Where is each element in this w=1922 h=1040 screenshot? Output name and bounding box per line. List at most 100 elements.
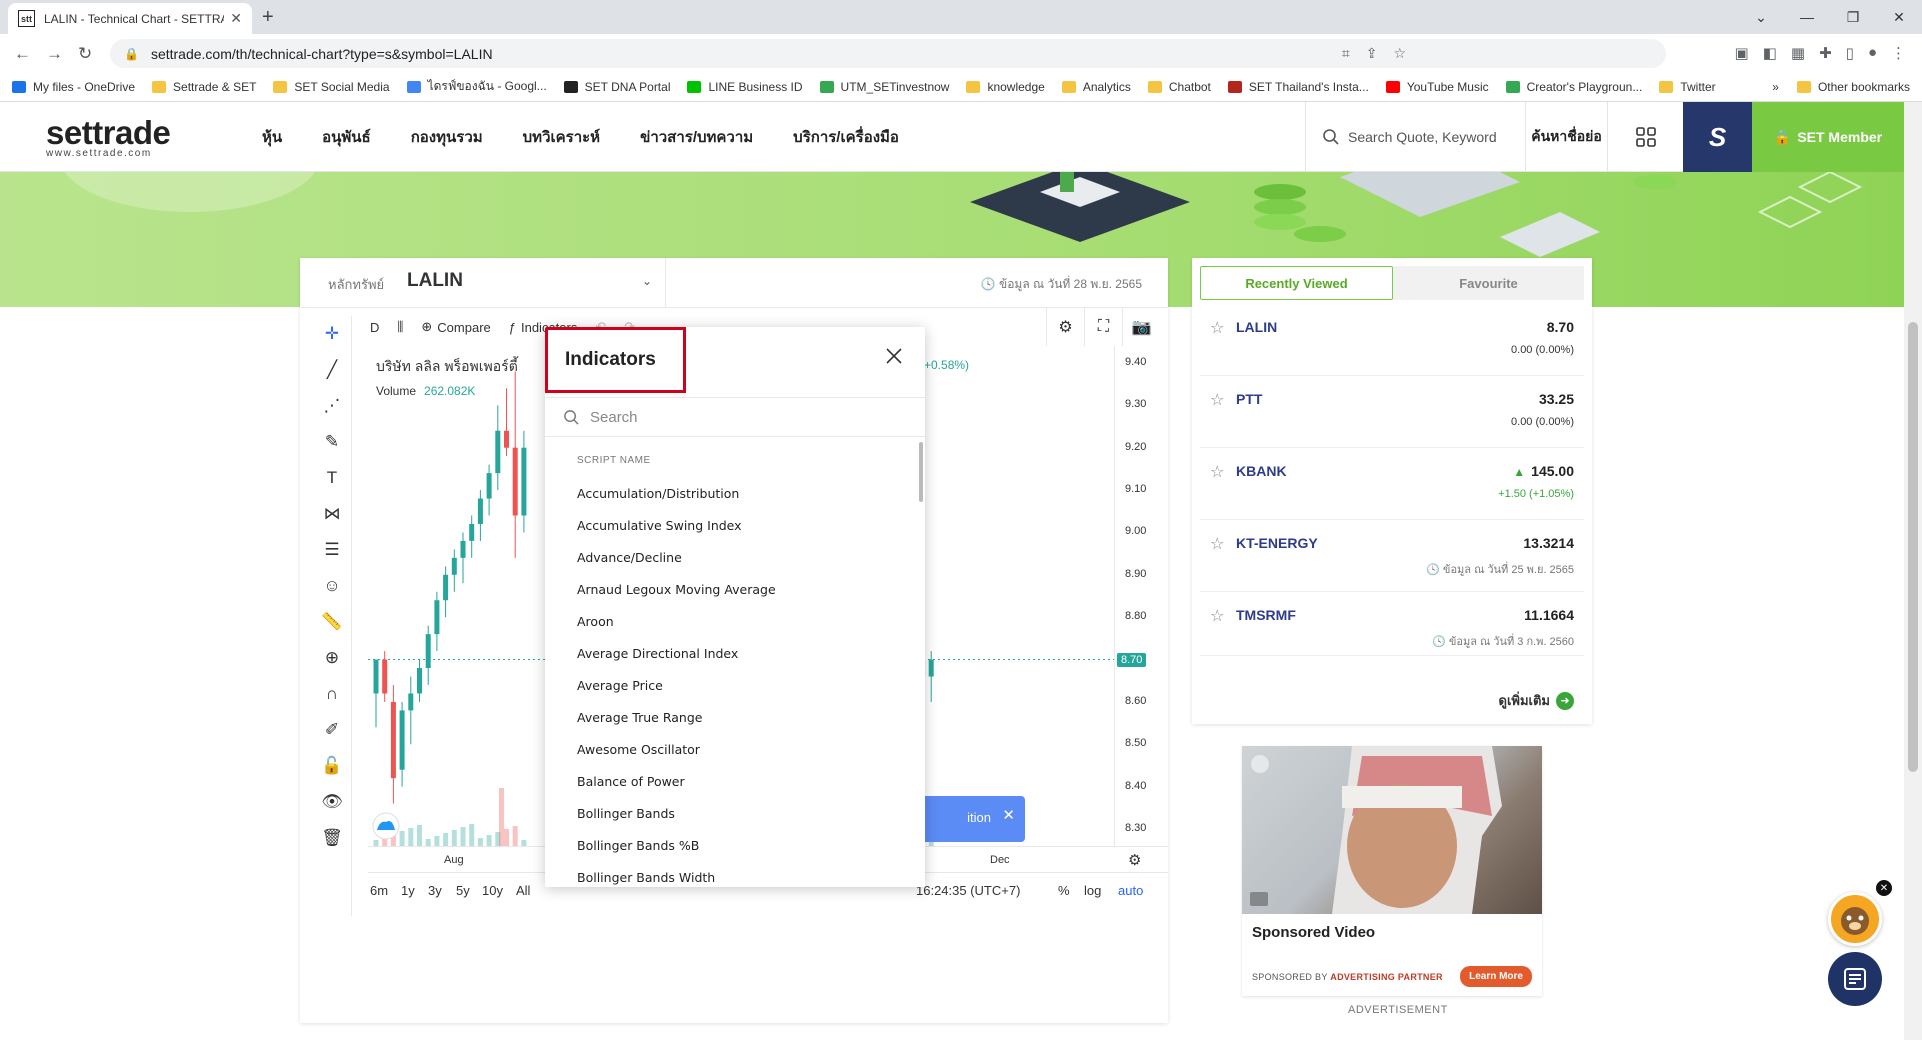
magnet-icon[interactable]: ∩ xyxy=(312,676,352,712)
nav-item[interactable]: ข่าวสาร/บทความ xyxy=(640,125,753,149)
range-all[interactable]: All xyxy=(516,883,530,898)
profile-icon[interactable]: ● xyxy=(1868,44,1877,62)
fullscreen-icon[interactable]: ⛶ xyxy=(1084,308,1122,346)
restore-icon[interactable]: ❐ xyxy=(1830,0,1876,34)
new-tab-icon[interactable]: + xyxy=(262,6,274,29)
puzzle-icon[interactable]: ✚ xyxy=(1819,44,1832,62)
indicator-item[interactable]: Accumulation/Distribution xyxy=(545,477,925,509)
indicator-item[interactable]: Bollinger Bands %B xyxy=(545,829,925,861)
bookmark-item[interactable]: knowledge xyxy=(966,80,1045,94)
watchlist-row[interactable]: ☆ LALIN 8.70 0.00 (0.00%) xyxy=(1200,304,1584,376)
tab-favourite[interactable]: Favourite xyxy=(1393,266,1584,300)
indicator-item[interactable]: Bollinger Bands xyxy=(545,797,925,829)
trash-icon[interactable]: 🗑 xyxy=(312,820,352,856)
indicator-item[interactable]: Bollinger Bands Width xyxy=(545,861,925,887)
ruler-icon[interactable]: 📏 xyxy=(312,604,352,640)
bookmark-item[interactable]: Settrade & SET xyxy=(152,80,256,94)
dismiss-mascot-icon[interactable]: ✕ xyxy=(1876,880,1892,896)
list-scrollbar[interactable] xyxy=(919,442,923,502)
candle-style-icon[interactable]: ⫼ xyxy=(397,319,403,335)
range-10y[interactable]: 10y xyxy=(482,883,503,898)
interval-button[interactable]: D xyxy=(370,320,379,335)
settrade-logo[interactable]: settrade www.settrade.com xyxy=(46,116,171,160)
nav-item[interactable]: อนุพันธ์ xyxy=(322,125,371,149)
page-scrollbar[interactable] xyxy=(1904,102,1922,1040)
trend-line-icon[interactable]: ╱ xyxy=(312,352,352,388)
toast-close-icon[interactable]: ✕ xyxy=(1002,806,1015,824)
symbol-selector[interactable]: LALIN xyxy=(407,270,463,292)
auto-scale-button[interactable]: auto xyxy=(1118,883,1143,898)
price-axis[interactable]: 9.40 9.30 9.20 9.10 9.00 8.90 8.80 8.70 8.60 8.50… xyxy=(1114,346,1168,846)
watchlist-row[interactable]: ☆ PTT 33.25 0.00 (0.00%) xyxy=(1200,376,1584,448)
sponsored-ad[interactable]: Sponsored Video SPONSORED BY ADVERTISING… xyxy=(1242,746,1542,996)
text-icon[interactable]: T xyxy=(312,460,352,496)
range-3y[interactable]: 3y xyxy=(428,883,442,898)
lock-icon[interactable]: 🔒 xyxy=(124,47,139,61)
stay-drawing-icon[interactable]: ✐ xyxy=(312,712,352,748)
eye-icon[interactable]: 👁 xyxy=(312,784,352,820)
scrollbar-thumb[interactable] xyxy=(1908,322,1918,772)
star-icon[interactable]: ☆ xyxy=(1210,534,1224,554)
indicator-item[interactable]: Average True Range xyxy=(545,701,925,733)
bookmark-item[interactable]: ไดรฟ์ของฉัน - Googl... xyxy=(406,77,547,96)
set-member-button[interactable]: 🔒 SET Member xyxy=(1752,102,1904,172)
nav-item[interactable]: หุ้น xyxy=(262,125,282,149)
clock-time[interactable]: 16:24:35 (UTC+7) xyxy=(916,883,1020,898)
chevron-down-icon[interactable]: ⌄ xyxy=(642,274,652,288)
lock-icon[interactable]: 🔓 xyxy=(312,748,352,784)
see-more-link[interactable]: ดูเพิ่มเติม ➜ xyxy=(1499,690,1574,711)
nav-item[interactable]: บริการ/เครื่องมือ xyxy=(793,125,899,149)
bookmark-item[interactable]: LINE Business ID xyxy=(687,80,803,94)
bookmark-item[interactable]: Twitter xyxy=(1659,80,1716,94)
extension-icon[interactable]: ◧ xyxy=(1763,44,1777,62)
nav-item[interactable]: กองทุนรวม xyxy=(411,125,483,149)
chat-button[interactable] xyxy=(1828,952,1882,1006)
find-symbol-button[interactable]: ค้นหาชื่อย่อ xyxy=(1525,102,1607,172)
bookmark-item[interactable]: Creator's Playgroun... xyxy=(1505,80,1642,94)
range-5y[interactable]: 5y xyxy=(456,883,470,898)
star-icon[interactable]: ☆ xyxy=(1210,390,1224,410)
log-scale-button[interactable]: log xyxy=(1084,883,1101,898)
quote-search[interactable]: Search Quote, Keyword xyxy=(1305,102,1525,172)
camera-icon[interactable]: 📷 xyxy=(1122,308,1160,346)
watchlist-row[interactable]: ☆ KBANK ▲ 145.00 +1.50 (+1.05%) xyxy=(1200,448,1584,520)
nav-item[interactable]: บทวิเคราะห์ xyxy=(523,125,600,149)
learn-more-button[interactable]: Learn More xyxy=(1460,966,1532,987)
range-6m[interactable]: 6m xyxy=(370,883,388,898)
extension-icon[interactable]: ▦ xyxy=(1791,44,1805,62)
translate-icon[interactable]: ⌗ xyxy=(1342,45,1350,62)
brush-icon[interactable]: ✎ xyxy=(312,424,352,460)
indicator-item[interactable]: Awesome Oscillator xyxy=(545,733,925,765)
zoom-in-icon[interactable]: ⊕ xyxy=(312,640,352,676)
bookmark-item[interactable]: SET DNA Portal xyxy=(563,80,670,94)
menu-kebab-icon[interactable]: ⋮ xyxy=(1891,44,1906,62)
settings-gear-icon[interactable]: ⚙ xyxy=(1046,308,1084,346)
star-icon[interactable]: ☆ xyxy=(1210,606,1224,626)
star-icon[interactable]: ☆ xyxy=(1210,318,1224,338)
indicator-item[interactable]: Aroon xyxy=(545,605,925,637)
bookmark-item[interactable]: My files - OneDrive xyxy=(12,80,135,94)
bookmark-item[interactable]: Chatbot xyxy=(1147,80,1211,94)
share-icon[interactable]: ⇪ xyxy=(1366,45,1378,62)
indicator-item[interactable]: Average Directional Index xyxy=(545,637,925,669)
bookmark-item[interactable]: SET Thailand's Insta... xyxy=(1227,80,1369,94)
watchlist-symbol[interactable]: KT-ENERGY xyxy=(1236,535,1318,551)
indicator-search-input[interactable] xyxy=(590,408,890,426)
address-bar[interactable]: 🔒 settrade.com/th/technical-chart?type=s… xyxy=(110,39,1666,68)
indicator-item[interactable]: Average Price xyxy=(545,669,925,701)
forward-icon[interactable]: → xyxy=(46,44,63,64)
apps-grid-icon[interactable] xyxy=(1607,102,1683,172)
bookmark-item[interactable]: YouTube Music xyxy=(1385,80,1489,94)
mascot-avatar[interactable] xyxy=(1828,892,1882,946)
tab-recently-viewed[interactable]: Recently Viewed xyxy=(1200,266,1393,300)
range-1y[interactable]: 1y xyxy=(401,883,415,898)
browser-tab[interactable]: stt LALIN - Technical Chart - SETTRA ✕ xyxy=(8,3,252,34)
bookmark-item[interactable]: UTM_SETinvestnow xyxy=(819,80,949,94)
sidepanel-icon[interactable]: ▯ xyxy=(1846,44,1854,62)
close-icon[interactable] xyxy=(885,347,903,365)
watchlist-symbol[interactable]: KBANK xyxy=(1236,463,1287,479)
pattern-icon[interactable]: ⋈ xyxy=(312,496,352,532)
pitchfork-icon[interactable]: ⋰ xyxy=(312,388,352,424)
other-bookmarks[interactable]: Other bookmarks xyxy=(1818,80,1910,94)
watchlist-row[interactable]: ☆ TMSRMF 11.1664 🕓 ข้อมูล ณ วันที่ 3 ก.พ. 2… xyxy=(1200,592,1584,656)
